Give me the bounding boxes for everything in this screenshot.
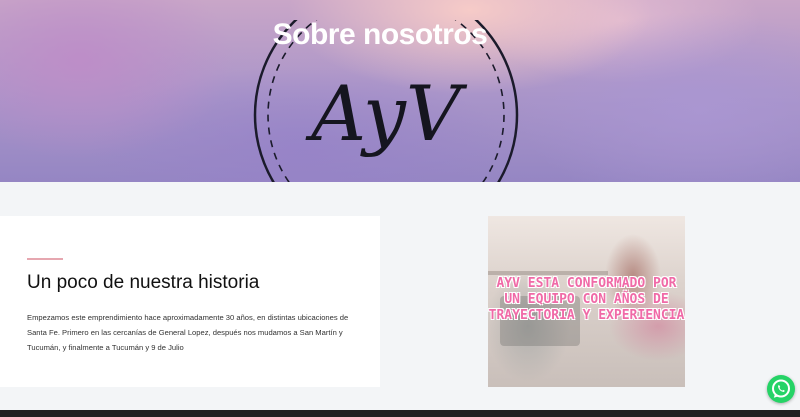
title-divider [27, 258, 63, 260]
hero-banner: AyV Sobre nosotros [0, 0, 800, 182]
story-text: Empezamos este emprendimiento hace aprox… [27, 313, 349, 352]
footer-bar [0, 410, 800, 417]
team-photo: AYV ESTA CONFORMADO POR UN EQUIPO CON AÑ… [488, 216, 685, 387]
whatsapp-icon [772, 379, 790, 398]
photo-overlay-text: AYV ESTA CONFORMADO POR UN EQUIPO CON AÑ… [488, 276, 685, 323]
page-title: Sobre nosotros [272, 18, 488, 51]
photo-shelf [488, 271, 608, 275]
story-title: Un poco de nuestra historia [27, 272, 260, 293]
story-card: Un poco de nuestra historia Empezamos es… [0, 216, 380, 387]
whatsapp-button[interactable] [767, 375, 795, 403]
logo-text: AyV [305, 69, 468, 158]
